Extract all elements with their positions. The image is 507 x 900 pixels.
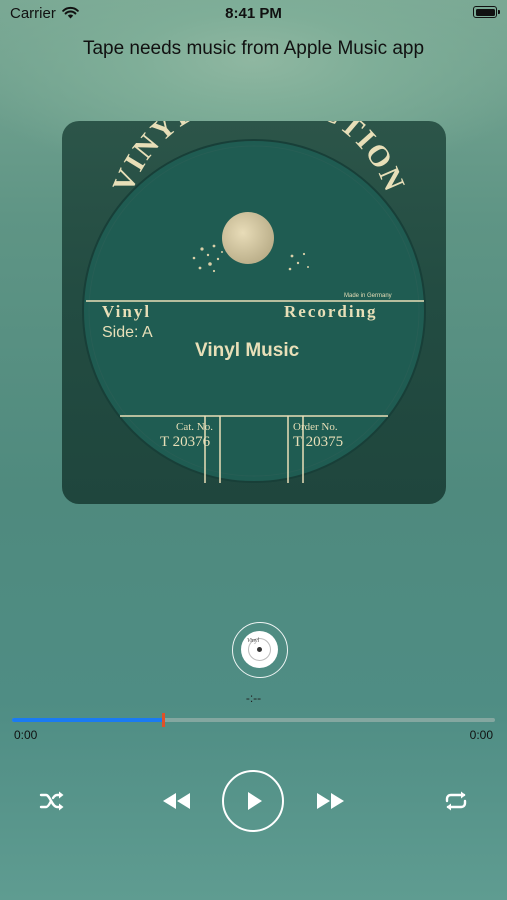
- track-title: Vinyl Music: [195, 340, 300, 361]
- play-icon: [247, 792, 262, 810]
- repeat-icon: [445, 791, 467, 811]
- made-in-label: Made in Germany: [344, 293, 392, 299]
- rewind-button[interactable]: [158, 786, 194, 816]
- battery-icon: [473, 6, 500, 18]
- status-bar: Carrier 8:41 PM: [0, 0, 507, 28]
- progress-fill: [12, 718, 162, 722]
- repeat-button[interactable]: [440, 786, 472, 816]
- order-no-label: Order No.: [293, 421, 338, 433]
- recording-heading: Recording: [284, 302, 378, 321]
- fast-forward-button[interactable]: [313, 786, 349, 816]
- shuffle-button[interactable]: [36, 786, 68, 816]
- shuffle-icon: [39, 791, 64, 811]
- moon-icon: [222, 212, 274, 264]
- album-artwork: VINYL COLLECTION Made in Germany Vinyl R…: [62, 121, 446, 504]
- speaker-label: Vinyl: [247, 638, 260, 644]
- total-time: 0:00: [469, 728, 493, 742]
- elapsed-time: 0:00: [14, 728, 38, 742]
- order-number: T 20375: [293, 434, 343, 450]
- vinyl-label-art: VINYL COLLECTION Made in Germany Vinyl R…: [82, 121, 426, 483]
- progress-slider[interactable]: [12, 713, 495, 727]
- side-label: Side: A: [102, 324, 153, 341]
- vinyl-heading: Vinyl: [102, 302, 151, 321]
- play-button[interactable]: [222, 770, 284, 832]
- apple-music-notice: Tape needs music from Apple Music app: [82, 38, 425, 59]
- fast-forward-icon: [317, 793, 344, 809]
- cat-no-label: Cat. No.: [176, 421, 213, 433]
- vinyl-speaker-icon: Vinyl: [241, 631, 278, 668]
- status-time: 8:41 PM: [225, 5, 282, 22]
- progress-thumb[interactable]: [161, 713, 165, 727]
- rewind-icon: [163, 793, 190, 809]
- remaining-time: -:--: [245, 691, 262, 705]
- speaker-button[interactable]: Vinyl: [232, 622, 288, 678]
- cat-number: T 20376: [160, 434, 211, 450]
